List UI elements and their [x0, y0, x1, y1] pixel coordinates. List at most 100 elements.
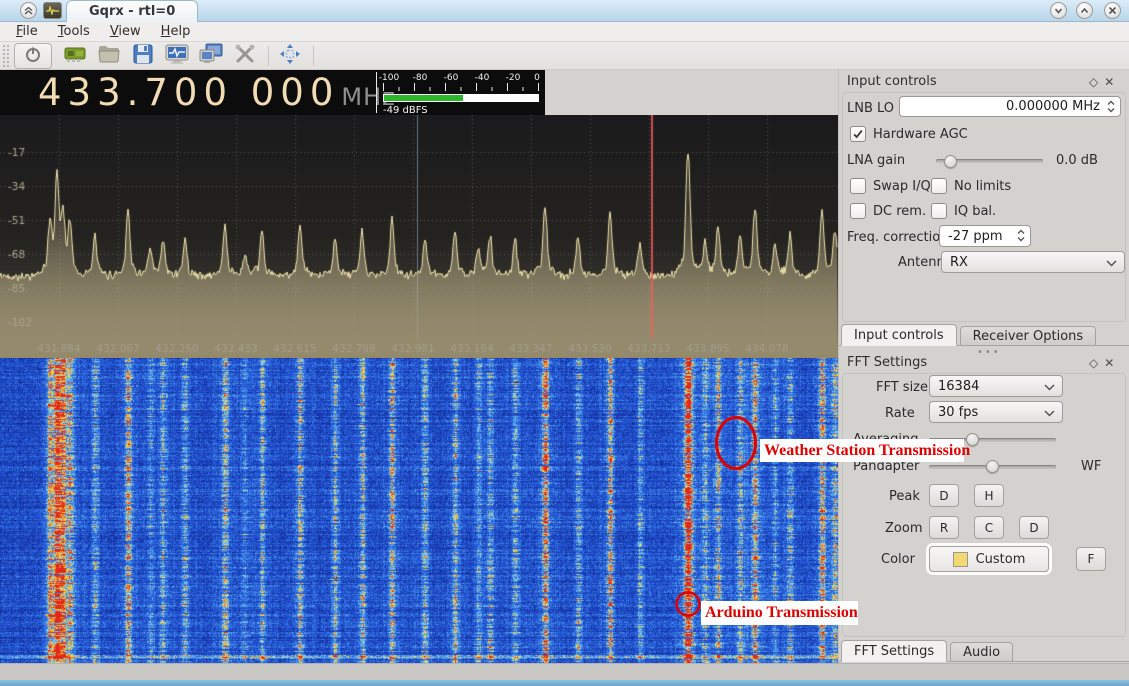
- float-dock-icon[interactable]: ◇: [1089, 75, 1104, 89]
- dock-splitter-handle[interactable]: •••: [977, 347, 1001, 358]
- close-button[interactable]: [1104, 2, 1121, 19]
- peak-label: Peak: [889, 489, 920, 504]
- maximize-icon: [1079, 1, 1090, 20]
- chevron-down-icon: [1044, 410, 1055, 417]
- folder-icon: [97, 42, 121, 70]
- fullscreen-button[interactable]: [277, 43, 303, 69]
- tab-input-controls[interactable]: Input controls: [841, 324, 957, 346]
- rate-combo[interactable]: 30 fps: [929, 401, 1063, 423]
- tab-fft-settings[interactable]: FFT Settings: [841, 640, 947, 662]
- start-dsp-button[interactable]: [14, 43, 52, 69]
- load-settings-button[interactable]: [96, 43, 122, 69]
- toolbar: [0, 42, 1129, 70]
- minimize-button[interactable]: [1050, 2, 1067, 19]
- menu-tools[interactable]: Tools: [48, 22, 100, 41]
- peak-detect-button[interactable]: D: [929, 484, 959, 507]
- settings-tools-button[interactable]: [232, 43, 258, 69]
- toolbar-separator: [313, 46, 314, 66]
- shade-icon: [23, 1, 34, 20]
- close-dock-icon[interactable]: ✕: [1104, 75, 1120, 89]
- lna-gain-slider-handle[interactable]: [944, 155, 957, 168]
- fft-fill-button[interactable]: F: [1076, 547, 1106, 571]
- remote-control-button[interactable]: [198, 43, 224, 69]
- dc-rem-checkbox[interactable]: [850, 203, 866, 219]
- fft-size-label: FFT size: [876, 380, 928, 395]
- input-controls-title: Input controls: [847, 74, 937, 89]
- menu-file[interactable]: File: [6, 22, 48, 41]
- rate-label: Rate: [885, 406, 915, 421]
- signal-meter: -100 -80 -60 -40 -20 0 -49 dBFS: [376, 72, 544, 113]
- no-limits-label: No limits: [954, 179, 1011, 194]
- zoom-demod-button[interactable]: D: [1019, 516, 1049, 539]
- lnb-lo-label: LNB LO: [847, 101, 894, 116]
- waveform-monitor-icon: [164, 42, 190, 70]
- dock-tabbar-bottom: FFT Settings Audio: [839, 640, 1129, 662]
- tuner-card-icon: [63, 42, 87, 70]
- arduino-annotation: Arduino Transmission: [701, 601, 858, 625]
- menu-view[interactable]: View: [100, 22, 151, 41]
- spin-arrows-icon[interactable]: [1106, 99, 1116, 118]
- swap-iq-label: Swap I/Q: [873, 179, 931, 194]
- zoom-reset-button[interactable]: R: [929, 516, 959, 539]
- configure-io-button[interactable]: [62, 43, 88, 69]
- check-icon: [852, 125, 864, 144]
- lna-gain-value: 0.0 dB: [1056, 153, 1098, 168]
- hardware-agc-checkbox[interactable]: [850, 126, 866, 142]
- weather-station-circle: [713, 415, 759, 475]
- status-bar: [0, 663, 1129, 680]
- save-icon: [131, 42, 155, 70]
- float-dock-icon[interactable]: ◇: [1089, 356, 1104, 370]
- computers-icon: [198, 42, 224, 70]
- fft-settings-title: FFT Settings: [847, 355, 927, 370]
- dsp-display-button[interactable]: [164, 43, 190, 69]
- peak-hold-button[interactable]: H: [974, 484, 1004, 507]
- minimize-icon: [1053, 1, 1064, 20]
- dock-panel: Input controls ◇✕ LNB LO 0.000000 MHz Ha…: [838, 70, 1129, 663]
- antenna-combo[interactable]: RX: [941, 251, 1125, 273]
- toolbar-separator: [268, 46, 269, 66]
- meter-ticks: [383, 83, 539, 91]
- iq-bal-checkbox[interactable]: [931, 203, 947, 219]
- freq-correction-spinbox[interactable]: -27 ppm: [939, 225, 1031, 247]
- menu-help[interactable]: Help: [151, 22, 201, 41]
- lna-gain-label: LNA gain: [847, 153, 905, 168]
- color-label: Color: [881, 552, 915, 567]
- pandapter-wf-label: WF: [1081, 459, 1101, 474]
- close-icon: [1107, 1, 1118, 20]
- color-custom-button[interactable]: Custom: [929, 546, 1049, 572]
- tab-audio[interactable]: Audio: [950, 642, 1013, 661]
- meter-bar: [383, 94, 539, 102]
- window-title[interactable]: Gqrx - rtl=0: [66, 0, 198, 22]
- move-arrows-icon: [278, 42, 302, 70]
- swap-iq-checkbox[interactable]: [850, 178, 866, 194]
- power-icon: [23, 44, 43, 68]
- hardware-agc-label: Hardware AGC: [873, 127, 968, 142]
- spin-arrows-icon[interactable]: [1016, 228, 1026, 247]
- input-controls-dock-buttons: ◇✕: [1089, 75, 1120, 89]
- gqrx-window: Gqrx - rtl=0 File Tools View Help: [0, 0, 1129, 686]
- fft-settings-dock-buttons: ◇✕: [1089, 356, 1120, 370]
- maximize-button[interactable]: [1076, 2, 1093, 19]
- no-limits-checkbox[interactable]: [931, 178, 947, 194]
- tab-receiver-options[interactable]: Receiver Options: [960, 326, 1097, 345]
- shade-button[interactable]: [20, 2, 37, 19]
- lnb-lo-spinbox[interactable]: 0.000000 MHz: [899, 96, 1121, 117]
- chevron-down-icon: [1106, 260, 1117, 267]
- save-settings-button[interactable]: [130, 43, 156, 69]
- menu-bar: File Tools View Help: [0, 22, 1129, 42]
- frequency-display[interactable]: 433.700 000MHz -100 -80 -60 -40 -20 0: [0, 70, 545, 115]
- chevron-down-icon: [1044, 384, 1055, 391]
- toolbar-drag-handle[interactable]: [2, 44, 11, 68]
- spectrum-plot[interactable]: [0, 115, 838, 358]
- window-bottom-edge: [0, 680, 1129, 686]
- close-dock-icon[interactable]: ✕: [1104, 356, 1120, 370]
- tools-icon: [233, 42, 257, 70]
- gqrx-app-icon: [43, 2, 62, 19]
- frequency-digits[interactable]: 433.700 000MHz: [38, 71, 396, 114]
- zoom-center-button[interactable]: C: [974, 516, 1004, 539]
- fft-size-combo[interactable]: 16384: [929, 375, 1063, 397]
- dc-rem-label: DC rem.: [873, 204, 926, 219]
- pandapter-slider-handle[interactable]: [986, 460, 999, 473]
- frequency-row: 433.700 000MHz -100 -80 -60 -40 -20 0: [0, 70, 838, 115]
- color-swatch-icon: [953, 552, 968, 567]
